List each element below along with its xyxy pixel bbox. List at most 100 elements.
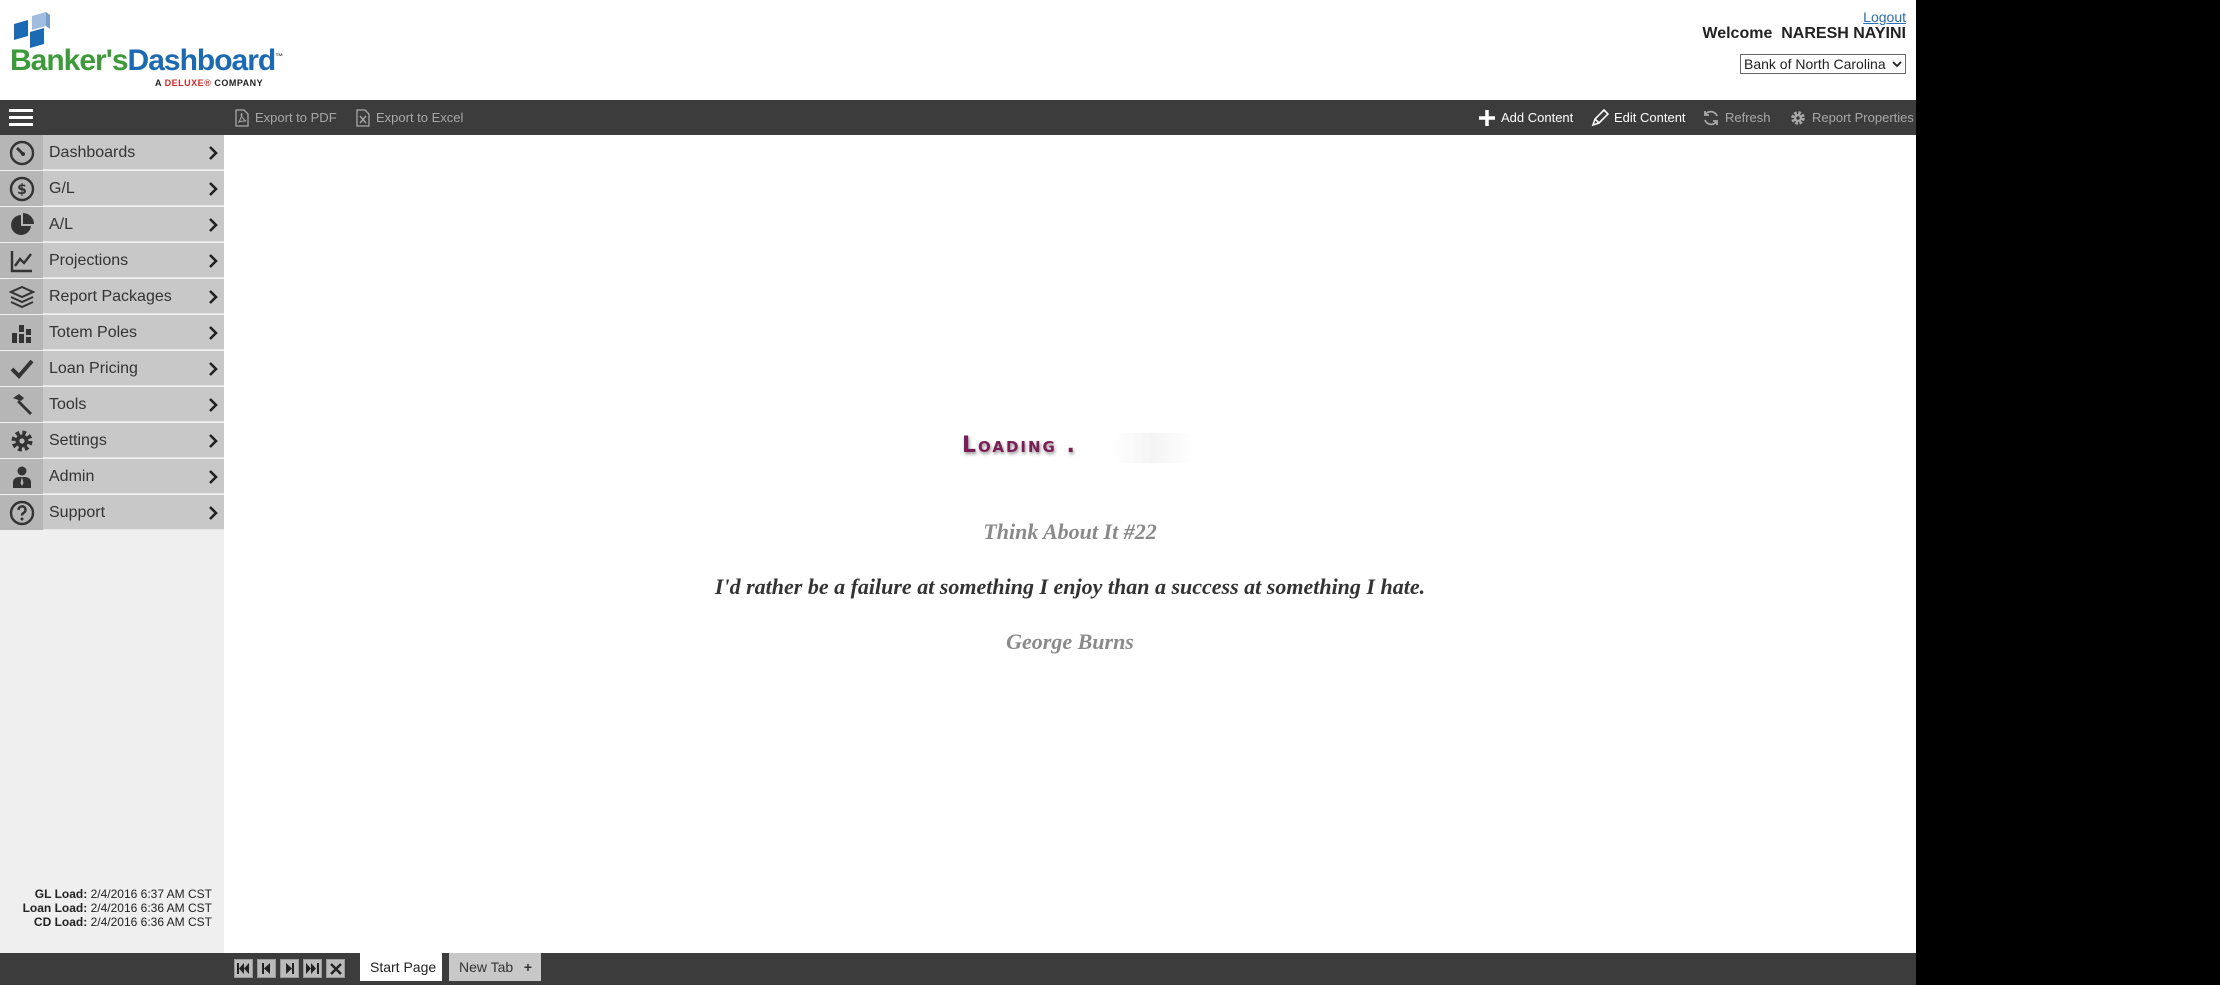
chevron-right-icon	[209, 506, 218, 520]
sidebar-icon-cell	[0, 315, 43, 350]
sidebar-item-label: Loan Pricing	[49, 360, 138, 377]
first-tab-button[interactable]	[234, 959, 253, 978]
sidebar-item-al[interactable]: A/L	[0, 207, 224, 242]
logo-tagline: A DELUXE® COMPANY	[155, 78, 263, 88]
sidebar-icon-cell	[0, 243, 43, 278]
tagline-brand: DELUXE	[164, 78, 205, 88]
tab-new-tab-label: New Tab	[459, 959, 514, 975]
plus-icon	[1479, 109, 1495, 126]
logo-trademark: ™	[275, 52, 283, 61]
tab-start-page-label: Start Page	[370, 959, 437, 975]
cd-load-row: CD Load: 2/4/2016 6:36 AM CST	[23, 915, 212, 929]
export-pdf-button[interactable]: Export to PDF	[234, 100, 337, 135]
app-window: Banker'sDashboard™ A DELUXE® COMPANY Log…	[0, 0, 1916, 985]
refresh-label: Refresh	[1725, 110, 1771, 125]
sidebar-item-label: Dashboards	[49, 144, 136, 161]
tab-bar: Start Page New Tab +	[0, 953, 1916, 985]
close-tab-button[interactable]	[326, 959, 345, 978]
tab-new-tab[interactable]: New Tab +	[449, 953, 541, 981]
last-tab-button[interactable]	[303, 959, 322, 978]
hamburger-line	[9, 123, 33, 126]
sidebar-item-projections[interactable]: Projections	[0, 243, 224, 278]
sidebar-item-loan-pricing[interactable]: Loan Pricing	[0, 351, 224, 386]
chevron-down-icon	[1892, 61, 1902, 68]
quote-title: Think About It #22	[983, 519, 1157, 544]
logout-link[interactable]: Logout	[1863, 9, 1906, 25]
loading-shimmer	[1112, 433, 1194, 463]
sidebar-item-label: Settings	[49, 432, 107, 449]
gear-icon	[1791, 110, 1805, 125]
chevron-right-icon	[209, 362, 218, 376]
edit-content-button[interactable]: Edit Content	[1591, 100, 1686, 135]
quote-author: George Burns	[1006, 629, 1134, 654]
sidebar-icon-cell	[0, 207, 43, 242]
previous-tab-button[interactable]	[257, 959, 276, 978]
sidebar-item-tools[interactable]: Tools	[0, 387, 224, 422]
quote-text: I'd rather be a failure at something I e…	[714, 574, 1426, 599]
sidebar-item-support[interactable]: Support	[0, 495, 224, 530]
sidebar-item-label: Projections	[49, 252, 129, 269]
dollar-icon: $	[9, 176, 34, 201]
previous-icon	[262, 963, 270, 974]
chevron-right-icon	[209, 218, 218, 232]
pdf-file-icon	[235, 108, 249, 127]
sidebar-item-report-packages[interactable]: Report Packages	[0, 279, 224, 314]
sidebar-icon-cell: $	[0, 171, 43, 206]
bankers-dashboard-logo: Banker'sDashboard™ A DELUXE® COMPANY	[10, 8, 283, 90]
close-icon	[329, 962, 342, 975]
tagline-suffix: COMPANY	[211, 78, 264, 88]
sidebar-item-label: Support	[49, 504, 106, 521]
sidebar-item-admin[interactable]: Admin	[0, 459, 224, 494]
bank-select[interactable]: Bank of North Carolina	[1740, 54, 1906, 74]
check-icon	[10, 359, 34, 379]
sidebar-item-label: Admin	[49, 468, 95, 485]
layers-icon	[8, 285, 35, 308]
sidebar-icon-cell	[0, 423, 43, 458]
export-excel-button[interactable]: Export to Excel	[355, 100, 463, 135]
sidebar-item-label: G/L	[49, 180, 75, 197]
sidebar-item-label: A/L	[49, 216, 74, 233]
chevron-right-icon	[209, 470, 218, 484]
sidebar-item-label: Tools	[49, 396, 87, 413]
chevron-right-icon	[209, 146, 218, 160]
next-icon	[286, 963, 294, 974]
tagline-prefix: A	[155, 78, 165, 88]
sidebar-icon-cell	[0, 279, 43, 314]
cd-load-value: 2/4/2016 6:36 AM CST	[90, 915, 212, 929]
person-icon	[12, 466, 31, 488]
welcome-text: Welcome NARESH NAYINI	[1702, 25, 1906, 42]
export-excel-label: Export to Excel	[376, 110, 464, 125]
chevron-right-icon	[209, 398, 218, 412]
logo-word-bankers: Banker's	[10, 44, 129, 77]
sidebar: Dashboards $ G/L A/L Projections Report …	[0, 135, 224, 953]
main-content: Loading . Think About It #22 I'd rather …	[224, 135, 1916, 953]
refresh-button[interactable]: Refresh	[1702, 100, 1771, 135]
loan-load-value: 2/4/2016 6:36 AM CST	[90, 901, 212, 915]
sidebar-item-settings[interactable]: Settings	[0, 423, 224, 458]
report-properties-button[interactable]: Report Properties	[1789, 100, 1914, 135]
tab-start-page[interactable]: Start Page	[360, 953, 442, 981]
question-icon	[9, 500, 34, 525]
next-tab-button[interactable]	[280, 959, 299, 978]
sidebar-icon-cell	[0, 495, 43, 530]
sidebar-item-dashboards[interactable]: Dashboards	[0, 135, 224, 170]
hamburger-line	[9, 116, 33, 119]
toolbar: Export to PDF Export to Excel Add Conten…	[0, 100, 1916, 135]
sidebar-item-label: Totem Poles	[49, 324, 138, 341]
chevron-right-icon	[209, 326, 218, 340]
sidebar-icon-cell	[0, 135, 43, 170]
add-tab-icon: +	[523, 959, 532, 975]
gl-load-label: GL Load:	[34, 887, 88, 901]
sidebar-item-label: Report Packages	[49, 288, 172, 305]
sidebar-item-totem-poles[interactable]: Totem Poles	[0, 315, 224, 350]
sidebar-icon-cell	[0, 351, 43, 386]
sidebar-item-gl[interactable]: $ G/L	[0, 171, 224, 206]
menu-toggle-button[interactable]	[9, 109, 33, 127]
logo-wordmark: Banker'sDashboard™	[10, 44, 283, 77]
add-content-label: Add Content	[1501, 110, 1574, 125]
export-pdf-label: Export to PDF	[255, 110, 337, 125]
add-content-button[interactable]: Add Content	[1478, 100, 1573, 135]
svg-text:$: $	[17, 182, 27, 198]
refresh-icon	[1704, 110, 1718, 125]
loan-load-label: Loan Load:	[22, 901, 88, 915]
